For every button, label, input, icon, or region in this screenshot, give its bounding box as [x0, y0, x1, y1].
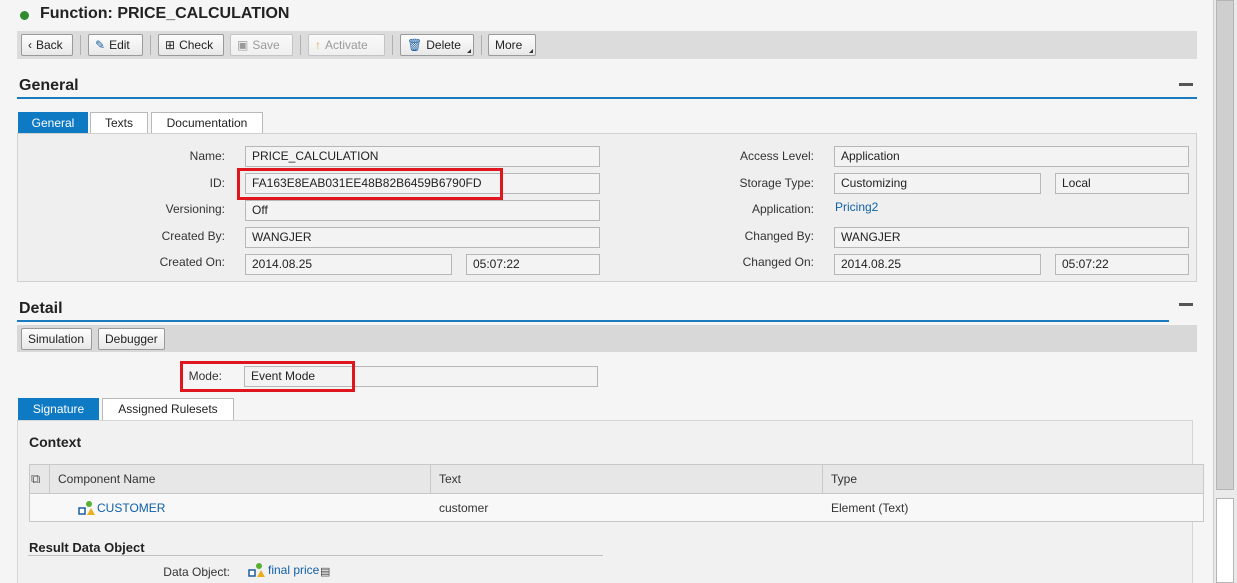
storage-scope-field[interactable]: Local	[1055, 173, 1189, 194]
chevron-left-icon: ‹	[28, 38, 32, 52]
save-disk-icon: ▣	[237, 38, 249, 52]
save-label: Save	[252, 38, 280, 52]
check-button[interactable]: ⊞ Check	[158, 34, 224, 56]
dropdown-indicator-icon	[467, 49, 471, 53]
detail-section-divider	[17, 320, 1169, 322]
context-table-header	[29, 464, 1204, 494]
storage-type-field[interactable]: Customizing	[834, 173, 1041, 194]
changed-by-field[interactable]: WANGJER	[834, 227, 1189, 248]
created-on-time-field[interactable]: 05:07:22	[466, 254, 600, 275]
activate-label: Activate	[325, 38, 368, 52]
tab-general[interactable]: General	[18, 112, 88, 134]
check-hierarchy-icon: ⊞	[165, 38, 176, 52]
application-label: Application:	[751, 202, 814, 216]
debugger-button[interactable]: Debugger	[98, 328, 165, 350]
table-settings-icon[interactable]: ⧉	[31, 471, 47, 487]
simulation-label: Simulation	[28, 332, 85, 346]
page-title: Function: PRICE_CALCULATION	[40, 5, 290, 22]
pencil-icon: ✎	[95, 38, 106, 52]
toolbar-divider	[80, 35, 81, 55]
tab-texts[interactable]: Texts	[90, 112, 148, 134]
result-data-object-title: Result Data Object	[29, 540, 145, 555]
changed-on-label: Changed On:	[742, 255, 814, 269]
component-name-link[interactable]: CUSTOMER	[97, 501, 165, 515]
data-object-label: Data Object:	[163, 565, 230, 579]
column-header-component-name[interactable]: Component Name	[58, 472, 155, 486]
main-toolbar: ‹ Back ✎ Edit ⊞ Check ▣ Save ↑ Activate …	[17, 31, 1197, 59]
column-header-type[interactable]: Type	[831, 472, 857, 486]
check-label: Check	[179, 38, 214, 52]
more-button[interactable]: More	[488, 34, 536, 56]
trash-icon: 🗑	[407, 38, 423, 52]
name-field[interactable]: PRICE_CALCULATION	[245, 146, 600, 167]
delete-label: Delete	[426, 38, 461, 52]
scrollbar-track[interactable]	[1216, 0, 1234, 490]
collapse-detail-icon[interactable]	[1179, 303, 1193, 306]
table-row[interactable]	[29, 494, 1204, 522]
delete-button[interactable]: 🗑 Delete	[400, 34, 474, 56]
tab-documentation[interactable]: Documentation	[151, 112, 263, 134]
more-label: More	[495, 38, 523, 52]
data-element-icon	[78, 501, 95, 515]
result-divider	[28, 555, 603, 556]
mode-highlight-box	[180, 361, 355, 392]
column-header-text[interactable]: Text	[439, 472, 461, 486]
activate-icon: ↑	[315, 38, 321, 52]
versioning-label: Versioning:	[165, 202, 225, 216]
access-level-label: Access Level:	[739, 149, 814, 163]
created-by-field[interactable]: WANGJER	[245, 227, 600, 248]
changed-on-time-field[interactable]: 05:07:22	[1055, 254, 1189, 275]
general-section-title: General	[19, 77, 79, 94]
general-section-divider	[17, 97, 1197, 99]
data-object-icon	[248, 563, 265, 577]
vertical-scrollbar[interactable]	[1213, 0, 1237, 583]
application-link[interactable]: Pricing2	[835, 200, 878, 214]
context-title: Context	[29, 434, 82, 450]
simulation-button[interactable]: Simulation	[21, 328, 92, 350]
back-button[interactable]: ‹ Back	[21, 34, 73, 56]
status-indicator-icon	[20, 11, 29, 20]
activate-button[interactable]: ↑ Activate	[308, 34, 385, 56]
toolbar-divider	[150, 35, 151, 55]
changed-by-label: Changed By:	[744, 229, 814, 243]
changed-on-date-field[interactable]: 2014.08.25	[834, 254, 1041, 275]
data-object-link[interactable]: final price	[268, 563, 319, 577]
debugger-label: Debugger	[105, 332, 158, 346]
toolbar-divider	[300, 35, 301, 55]
access-level-field[interactable]: Application	[834, 146, 1189, 167]
dropdown-indicator-icon	[529, 49, 533, 53]
edit-button[interactable]: ✎ Edit	[88, 34, 143, 56]
back-label: Back	[36, 38, 63, 52]
id-highlight-box	[237, 168, 503, 200]
tab-assigned-rulesets[interactable]: Assigned Rulesets	[102, 398, 234, 420]
detail-section-title: Detail	[19, 300, 63, 317]
save-button[interactable]: ▣ Save	[230, 34, 293, 56]
edit-label: Edit	[109, 38, 130, 52]
detail-toolbar: Simulation Debugger	[17, 325, 1197, 352]
toolbar-divider	[392, 35, 393, 55]
component-text-cell: customer	[439, 501, 489, 515]
component-type-cell: Element (Text)	[831, 501, 909, 515]
toolbar-divider	[481, 35, 482, 55]
created-by-label: Created By:	[161, 229, 225, 243]
id-label: ID:	[209, 176, 225, 190]
collapse-general-icon[interactable]	[1179, 83, 1193, 86]
storage-type-label: Storage Type:	[739, 176, 815, 190]
created-on-date-field[interactable]: 2014.08.25	[245, 254, 452, 275]
scrollbar-thumb[interactable]	[1216, 498, 1234, 583]
versioning-field[interactable]: Off	[245, 200, 600, 221]
created-on-label: Created On:	[159, 255, 225, 269]
details-icon[interactable]: ▤	[320, 565, 330, 578]
tab-signature[interactable]: Signature	[18, 398, 99, 420]
name-label: Name:	[189, 149, 225, 163]
